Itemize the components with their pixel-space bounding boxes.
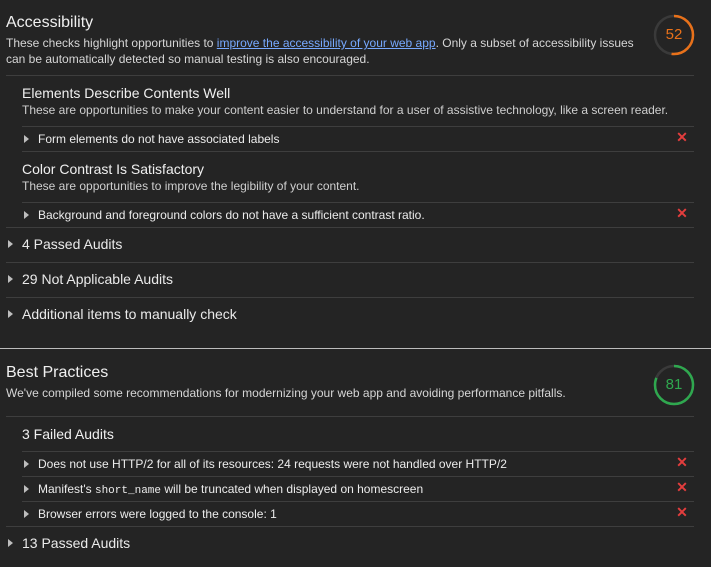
- clump-label: Additional items to manually check: [22, 306, 237, 322]
- divider: [6, 416, 694, 417]
- fail-icon: ✕: [676, 454, 688, 470]
- expand-triangle-icon: [24, 211, 29, 219]
- audit-label: Browser errors were logged to the consol…: [38, 507, 277, 521]
- audit-http2[interactable]: Does not use HTTP/2 for all of its resou…: [22, 452, 692, 476]
- expand-triangle-icon: [8, 275, 13, 283]
- expand-triangle-icon: [24, 135, 29, 143]
- group-title: Elements Describe Contents Well: [22, 85, 231, 101]
- audit-label: Manifest's short_name will be truncated …: [38, 482, 423, 497]
- group-description: These are opportunities to improve the l…: [22, 179, 360, 193]
- group-description: These are opportunities to make your con…: [22, 103, 669, 117]
- category-description: These checks highlight opportunities to …: [6, 35, 646, 67]
- divider: [22, 151, 694, 152]
- fail-icon: ✕: [676, 504, 688, 520]
- accessibility-category: Accessibility These checks highlight opp…: [0, 0, 711, 348]
- divider: [6, 297, 694, 298]
- audit-console-errors[interactable]: Browser errors were logged to the consol…: [22, 502, 692, 526]
- score-value: 81: [665, 376, 683, 393]
- expand-triangle-icon: [8, 240, 13, 248]
- expand-triangle-icon: [24, 510, 29, 518]
- fail-icon: ✕: [676, 479, 688, 495]
- divider: [6, 262, 694, 263]
- accessibility-link[interactable]: improve the accessibility of your web ap…: [217, 36, 436, 50]
- audit-label: Does not use HTTP/2 for all of its resou…: [38, 457, 507, 471]
- expand-triangle-icon: [8, 310, 13, 318]
- clump-label: 13 Passed Audits: [22, 535, 131, 551]
- expand-triangle-icon: [24, 460, 29, 468]
- audit-label-text: will be truncated when displayed on home…: [161, 482, 424, 496]
- best-practices-score-gauge: 81: [653, 364, 695, 406]
- audit-color-contrast[interactable]: Background and foreground colors do not …: [22, 203, 692, 227]
- not-applicable-audits-clump[interactable]: 29 Not Applicable Audits: [6, 268, 694, 292]
- description-text: These checks highlight opportunities to: [6, 36, 217, 50]
- fail-icon: ✕: [676, 205, 688, 221]
- score-value: 52: [665, 26, 683, 43]
- fail-icon: ✕: [676, 129, 688, 145]
- best-practices-category: Best Practices We've compiled some recom…: [0, 349, 711, 567]
- divider: [6, 75, 694, 76]
- divider: [6, 227, 694, 228]
- category-description: We've compiled some recommendations for …: [6, 386, 566, 400]
- audit-manifest-short-name[interactable]: Manifest's short_name will be truncated …: [22, 477, 692, 501]
- audit-label-text: Manifest's: [38, 482, 95, 496]
- divider: [6, 526, 694, 527]
- expand-triangle-icon: [8, 539, 13, 547]
- audit-form-labels[interactable]: Form elements do not have associated lab…: [22, 127, 692, 151]
- clump-label: 29 Not Applicable Audits: [22, 271, 173, 287]
- audit-label: Background and foreground colors do not …: [38, 208, 425, 222]
- category-title: Best Practices: [6, 364, 109, 381]
- category-title: Accessibility: [6, 14, 94, 31]
- accessibility-score-gauge: 52: [653, 14, 695, 56]
- expand-triangle-icon: [24, 485, 29, 493]
- clump-label: 4 Passed Audits: [22, 236, 123, 252]
- failed-audits-title: 3 Failed Audits: [22, 426, 114, 442]
- audit-label-code: short_name: [94, 485, 161, 497]
- passed-audits-clump[interactable]: 4 Passed Audits: [6, 233, 694, 257]
- audit-label: Form elements do not have associated lab…: [38, 132, 280, 146]
- passed-audits-clump[interactable]: 13 Passed Audits: [6, 532, 694, 556]
- manual-audits-clump[interactable]: Additional items to manually check: [6, 303, 694, 327]
- group-title: Color Contrast Is Satisfactory: [22, 161, 205, 177]
